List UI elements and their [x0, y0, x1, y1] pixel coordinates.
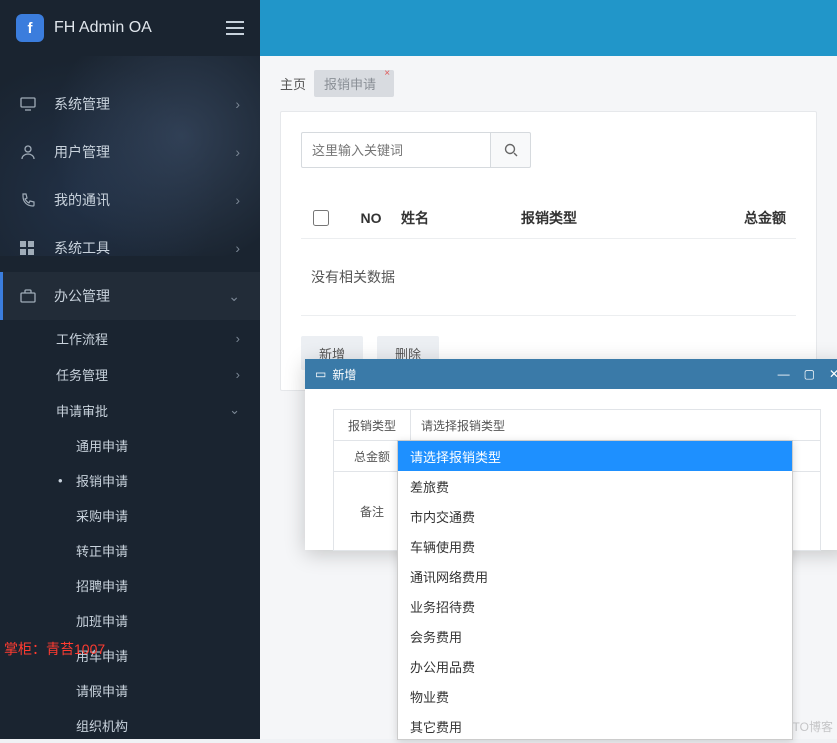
dialog-titlebar[interactable]: ▭ 新增 — ▢ ✕: [305, 359, 837, 389]
chevron-right-icon: ›: [236, 331, 240, 346]
select-all-cell: [301, 210, 341, 226]
sidebar-label: 通用申请: [76, 436, 128, 455]
sidebar-label: 工作流程: [56, 329, 108, 348]
sidebar-label: 系统管理: [54, 94, 110, 114]
chevron-right-icon: ›: [236, 367, 240, 382]
sidebar-leaf-overtime[interactable]: 加班申请: [0, 603, 260, 638]
sidebar-leaf-leave[interactable]: 请假申请: [0, 673, 260, 708]
select-all-checkbox[interactable]: [313, 210, 329, 226]
sidebar-sub-workflow[interactable]: 工作流程 ›: [0, 320, 260, 356]
dropdown-option[interactable]: 通讯网络费用: [398, 561, 792, 591]
dialog-title-text: 新增: [332, 366, 356, 383]
tab-label: 报销申请: [324, 77, 376, 92]
chevron-right-icon: ›: [235, 144, 240, 160]
grid-icon: [20, 241, 40, 255]
sidebar-label: 用户管理: [54, 142, 110, 162]
minimize-icon[interactable]: —: [778, 367, 790, 381]
sidebar-item-office[interactable]: 办公管理 ⌄: [0, 272, 260, 320]
sidebar-label: 加班申请: [76, 611, 128, 630]
sidebar-label: 请假申请: [76, 681, 128, 700]
search-icon: [504, 143, 518, 157]
dropdown-option[interactable]: 业务招待费: [398, 591, 792, 621]
chevron-down-icon: ⌄: [228, 288, 240, 305]
empty-state: 没有相关数据: [301, 239, 796, 316]
chevron-right-icon: ›: [235, 240, 240, 256]
sidebar-label: 报销申请: [76, 471, 128, 490]
dropdown-option[interactable]: 市内交通费: [398, 501, 792, 531]
type-select[interactable]: 请选择报销类型: [411, 409, 821, 441]
type-dropdown: 请选择报销类型 差旅费 市内交通费 车辆使用费 通讯网络费用 业务招待费 会务费…: [397, 440, 793, 740]
sidebar-leaf-general[interactable]: 通用申请: [0, 428, 260, 463]
topbar: [260, 0, 837, 56]
sidebar-item-user[interactable]: 用户管理 ›: [0, 128, 260, 176]
watermark-text: 掌柜：青苔1007: [0, 639, 105, 659]
chevron-down-icon: ⌄: [229, 402, 240, 418]
sidebar-item-tools[interactable]: 系统工具 ›: [0, 224, 260, 272]
sidebar-leaf-regular[interactable]: 转正申请: [0, 533, 260, 568]
close-icon[interactable]: ✕: [829, 367, 837, 381]
sidebar-label: 采购申请: [76, 506, 128, 525]
sidebar-item-system[interactable]: 系统管理 ›: [0, 80, 260, 128]
sidebar-label: 招聘申请: [76, 576, 128, 595]
dropdown-option[interactable]: 物业费: [398, 681, 792, 711]
sidebar-label: 系统工具: [54, 238, 110, 258]
phone-icon: [20, 192, 40, 208]
brand-bar: f FH Admin OA: [0, 0, 260, 56]
menu-toggle-icon[interactable]: [226, 21, 244, 35]
type-label: 报销类型: [333, 409, 411, 441]
tab-active[interactable]: 报销申请 ×: [314, 70, 394, 97]
chevron-right-icon: ›: [235, 96, 240, 112]
sidebar-leaf-org[interactable]: 组织机构: [0, 708, 260, 743]
brand-title: FH Admin OA: [54, 19, 226, 37]
sidebar: f FH Admin OA 系统管理 › 用户管理 › 我的通讯 › 系统工具 …: [0, 0, 260, 739]
sidebar-leaf-purchase[interactable]: 采购申请: [0, 498, 260, 533]
dropdown-option[interactable]: 车辆使用费: [398, 531, 792, 561]
search-row: [301, 132, 796, 168]
brand-logo: f: [16, 14, 44, 42]
th-name: 姓名: [401, 208, 521, 228]
sidebar-label: 组织机构: [76, 716, 128, 735]
th-amount: 总金额: [721, 208, 796, 228]
dropdown-option[interactable]: 其它费用: [398, 711, 792, 741]
sidebar-leaf-hire[interactable]: 招聘申请: [0, 568, 260, 603]
tab-home[interactable]: 主页: [280, 74, 306, 93]
close-icon[interactable]: ×: [384, 68, 390, 79]
sidebar-label: 申请审批: [56, 401, 108, 420]
sidebar-sub-task[interactable]: 任务管理 ›: [0, 356, 260, 392]
sidebar-leaf-reimburse[interactable]: 报销申请: [0, 463, 260, 498]
main-panel: NO 姓名 报销类型 总金额 没有相关数据 新增 删除: [280, 111, 817, 391]
briefcase-icon: [20, 289, 40, 303]
monitor-icon: [20, 97, 40, 111]
sidebar-item-comm[interactable]: 我的通讯 ›: [0, 176, 260, 224]
maximize-icon[interactable]: ▢: [804, 367, 815, 381]
dropdown-option[interactable]: 会务费用: [398, 621, 792, 651]
sidebar-sub-apply[interactable]: 申请审批 ⌄: [0, 392, 260, 428]
dropdown-option[interactable]: 办公用品费: [398, 651, 792, 681]
window-icon: ▭: [315, 367, 326, 381]
search-button[interactable]: [491, 132, 531, 168]
sidebar-label: 办公管理: [54, 286, 110, 306]
sidebar-label: 任务管理: [56, 365, 108, 384]
sidebar-label: 我的通讯: [54, 190, 110, 210]
search-input[interactable]: [301, 132, 491, 168]
user-icon: [20, 144, 40, 160]
chevron-right-icon: ›: [235, 192, 240, 208]
th-no: NO: [341, 210, 401, 226]
tab-bar: 主页 报销申请 ×: [260, 56, 837, 111]
sidebar-label: 转正申请: [76, 541, 128, 560]
dropdown-option[interactable]: 差旅费: [398, 471, 792, 501]
th-type: 报销类型: [521, 208, 721, 228]
form-row-type: 报销类型 请选择报销类型: [333, 409, 821, 441]
dropdown-option[interactable]: 请选择报销类型: [398, 441, 792, 471]
table-header: NO 姓名 报销类型 总金额: [301, 198, 796, 239]
